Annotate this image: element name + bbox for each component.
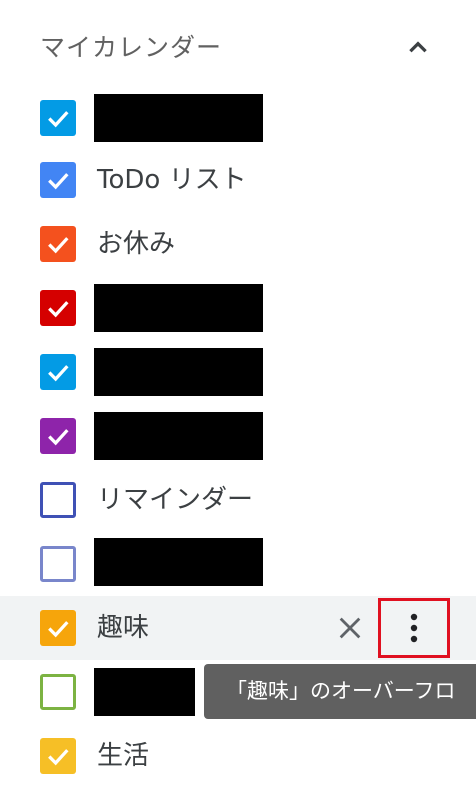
calendar-item[interactable]: リマインダー [0, 468, 476, 532]
calendar-item-hobby[interactable]: 趣味 [0, 596, 476, 660]
calendar-list-panel: マイカレンダー ToDo リスト お休み リマインダー 趣味 生活 「趣味」のオ… [0, 0, 476, 800]
redacted-calendar-name [94, 538, 263, 586]
my-calendars-header[interactable]: マイカレンダー [0, 0, 476, 90]
calendar-name: リマインダー [97, 485, 254, 515]
calendar-item[interactable] [0, 340, 476, 404]
redacted-calendar-name [94, 284, 263, 332]
checkmark-icon [48, 111, 69, 128]
calendar-name: 生活 [97, 741, 150, 771]
close-icon[interactable] [330, 608, 370, 648]
calendar-checkbox[interactable] [40, 546, 76, 582]
chevron-up-icon[interactable] [398, 28, 438, 68]
checkmark-icon [48, 301, 69, 318]
calendar-item[interactable] [0, 532, 476, 596]
calendar-checkbox[interactable] [40, 418, 76, 454]
calendar-item[interactable] [0, 276, 476, 340]
calendar-item[interactable]: 生活 [0, 724, 476, 788]
calendar-checkbox[interactable] [40, 226, 76, 262]
calendar-checkbox[interactable] [40, 162, 76, 198]
checkmark-icon [48, 365, 69, 382]
checkmark-icon [48, 621, 69, 638]
calendar-name: 趣味 [97, 613, 150, 643]
calendar-checkbox[interactable] [40, 100, 76, 136]
checkmark-icon [48, 173, 69, 190]
calendar-checkbox[interactable] [40, 738, 76, 774]
redacted-calendar-name [94, 668, 195, 716]
calendar-checkbox[interactable] [40, 482, 76, 518]
redacted-calendar-name [94, 412, 263, 460]
calendar-checkbox[interactable] [40, 290, 76, 326]
calendar-name: ToDo リスト [97, 165, 247, 195]
calendar-item[interactable]: お休み [0, 212, 476, 276]
more-vert-icon[interactable] [378, 598, 450, 658]
calendar-item[interactable] [0, 86, 476, 150]
redacted-calendar-name [94, 94, 263, 142]
calendar-checkbox[interactable] [40, 354, 76, 390]
calendar-item[interactable] [0, 404, 476, 468]
calendar-item[interactable]: ToDo リスト [0, 148, 476, 212]
redacted-calendar-name [94, 348, 263, 396]
section-title: マイカレンダー [40, 33, 223, 62]
calendar-name: お休み [97, 229, 176, 259]
checkmark-icon [48, 749, 69, 766]
calendar-checkbox[interactable] [40, 610, 76, 646]
calendar-checkbox[interactable] [40, 674, 76, 710]
checkmark-icon [48, 429, 69, 446]
overflow-menu-tooltip: 「趣味」のオーバーフロ [204, 664, 476, 719]
checkmark-icon [48, 237, 69, 254]
